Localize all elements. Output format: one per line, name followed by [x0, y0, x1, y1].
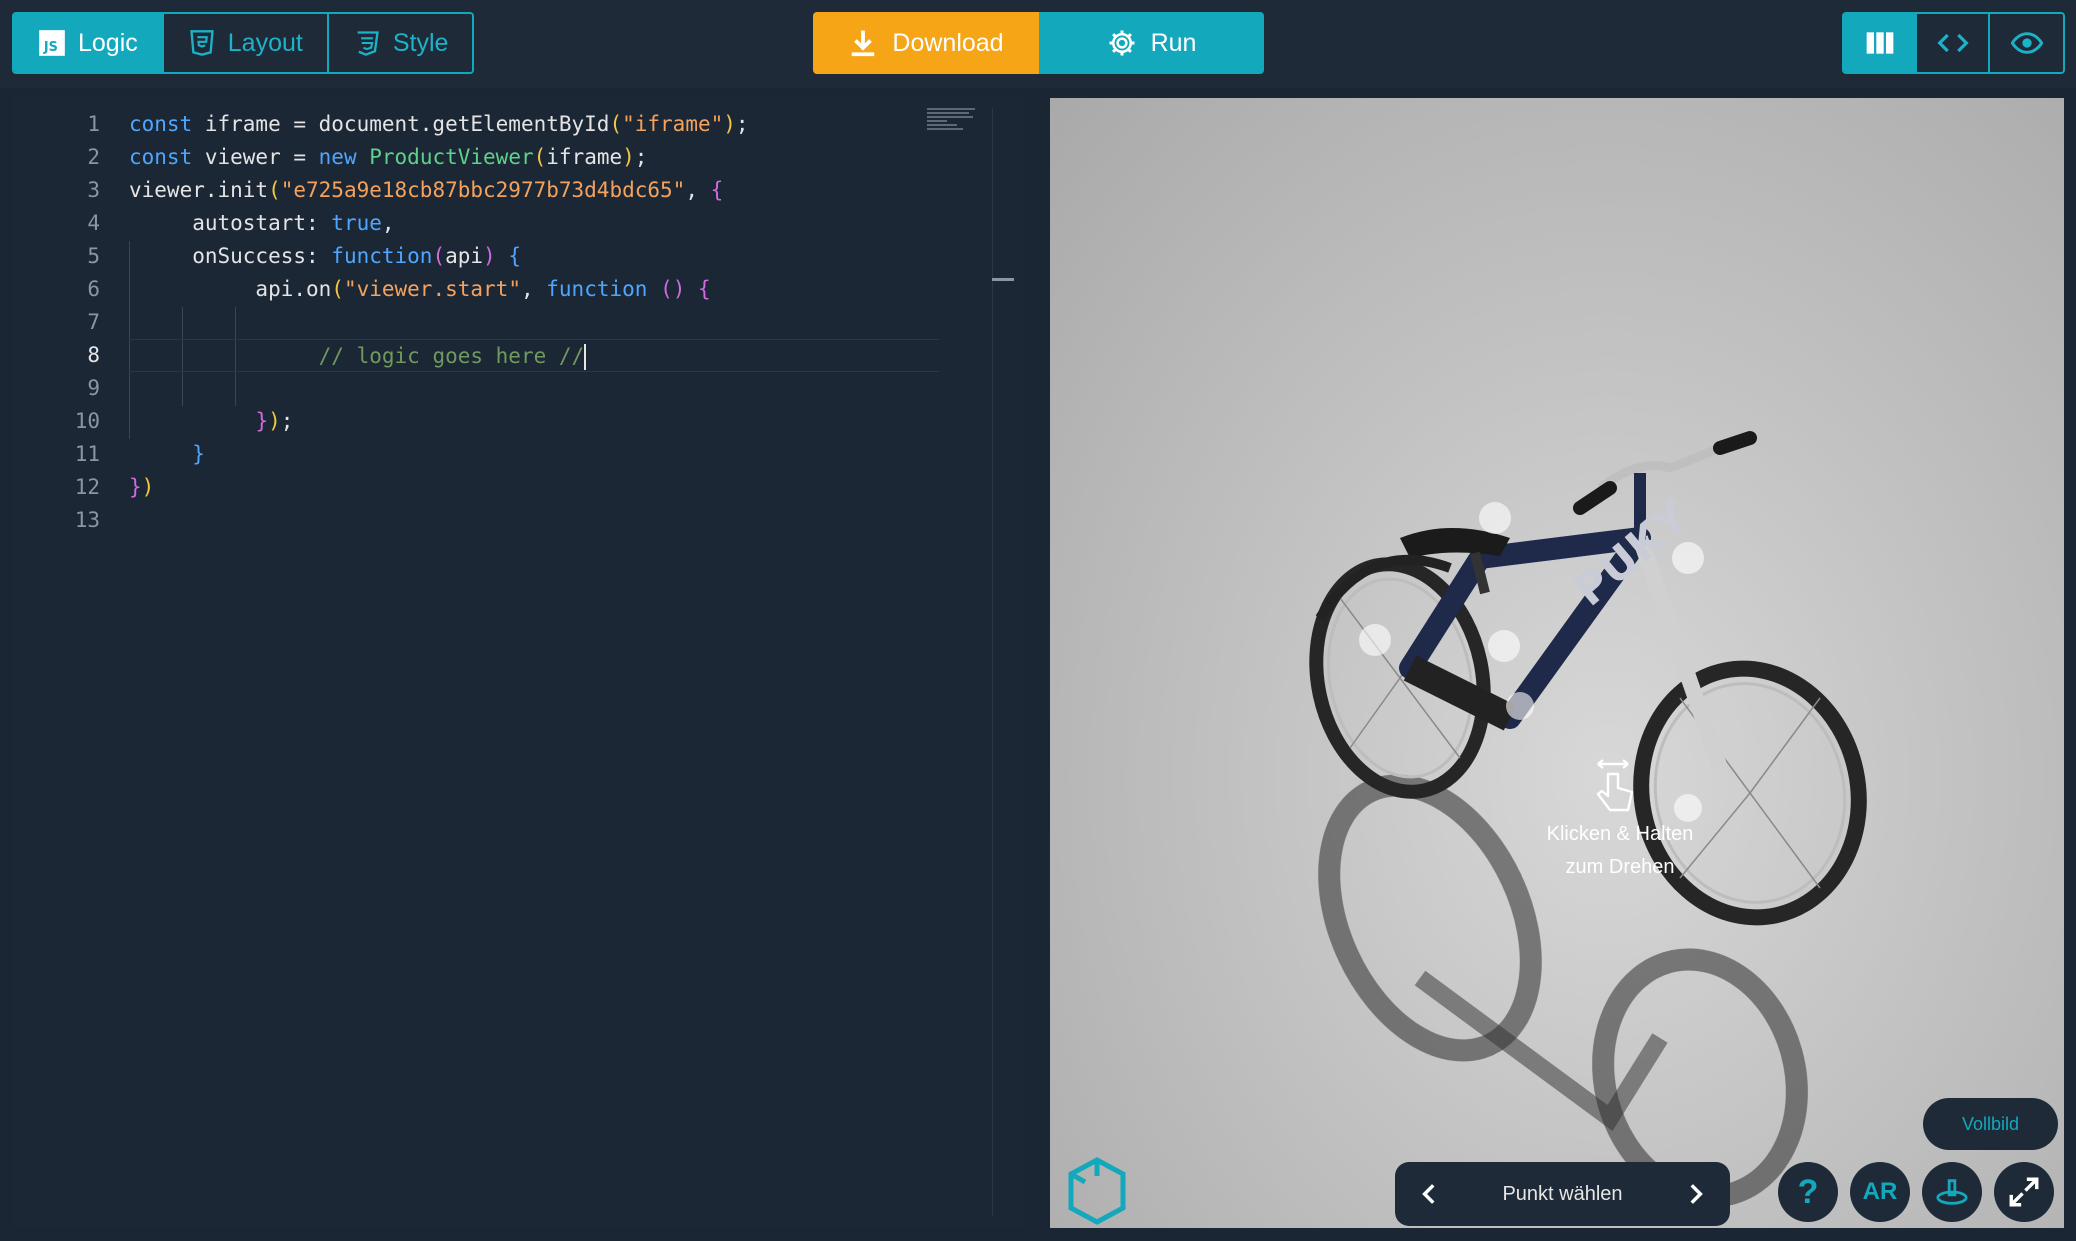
turntable-button[interactable]	[1922, 1162, 1982, 1222]
download-icon	[852, 30, 875, 57]
chevron-right-icon[interactable]	[1682, 1181, 1708, 1207]
run-button[interactable]: Run	[1039, 12, 1264, 74]
code-editor[interactable]: 1 2 3 4 5 6 7 8 9 10 11 12 13 const ifra…	[12, 96, 1026, 1228]
code-line: autostart: true,	[129, 211, 395, 235]
turntable-icon	[1936, 1179, 1968, 1205]
ar-label: AR	[1862, 1178, 1898, 1205]
svg-text:JS: JS	[43, 40, 58, 55]
code-line: // logic goes here //	[129, 339, 939, 372]
code-line: const viewer = new ProductViewer(iframe)…	[129, 145, 648, 169]
line-number: 6	[87, 277, 100, 301]
run-label: Run	[1150, 28, 1197, 57]
line-number: 10	[74, 409, 100, 433]
help-label: ?	[1797, 1172, 1819, 1211]
code-line: });	[255, 409, 294, 433]
fullscreen-button[interactable]	[1994, 1162, 2054, 1222]
tab-label: Logic	[78, 28, 138, 57]
fullscreen-label: Vollbild	[1961, 1113, 2020, 1134]
eye-icon	[2010, 32, 2043, 54]
editor-scrollbar[interactable]	[992, 108, 993, 1216]
scrollbar-position-marker	[992, 278, 1014, 281]
tab-label: Layout	[227, 28, 303, 57]
code-minimap[interactable]	[927, 108, 987, 138]
code-line: })	[129, 475, 155, 499]
rotate-hint: Klicken & Halten zum Drehen	[1520, 818, 1720, 884]
line-number: 9	[87, 376, 100, 400]
code-line: onSuccess: function(api) {	[129, 244, 522, 268]
line-number: 4	[87, 211, 100, 235]
drag-hand-icon	[1596, 759, 1634, 812]
tab-logic[interactable]: JS Logic	[14, 14, 164, 72]
editor-tabs: JS Logic Layout Style	[12, 12, 475, 74]
gear-icon	[1109, 30, 1135, 56]
line-number: 12	[74, 475, 100, 499]
tab-layout[interactable]: Layout	[163, 14, 329, 72]
line-number: 8	[87, 343, 100, 367]
columns-icon	[1866, 32, 1893, 54]
view-mode-switcher	[1842, 12, 2065, 74]
css3-icon	[357, 31, 379, 56]
download-button[interactable]: Download	[813, 12, 1039, 74]
product-viewer[interactable]: PUKY Klicken & Halten zum Drehen Vollbil…	[1050, 98, 2064, 1228]
line-number: 1	[87, 112, 100, 136]
code-icon	[1936, 33, 1969, 53]
code-line: viewer.init("e725a9e18cb87bbc2977b73d4bd…	[129, 178, 724, 202]
line-number: 11	[74, 442, 100, 466]
help-button[interactable]: ?	[1778, 1162, 1838, 1222]
hint-line: zum Drehen	[1565, 856, 1675, 878]
code-content[interactable]: const iframe = document.getElementById("…	[129, 108, 939, 537]
js-icon: JS	[39, 30, 65, 56]
expand-icon	[2009, 1177, 2039, 1207]
html5-icon	[189, 30, 214, 56]
bike-model-image: PUKY	[1309, 431, 1867, 1208]
split-view-button[interactable]	[1844, 14, 1917, 72]
preview-view-button[interactable]	[1990, 14, 2063, 72]
line-number: 7	[87, 310, 100, 334]
code-view-button[interactable]	[1917, 14, 1990, 72]
tab-style[interactable]: Style	[328, 14, 473, 72]
line-number: 5	[87, 244, 100, 268]
top-toolbar: JS Logic Layout Style Download Run	[0, 0, 2076, 88]
line-number-gutter: 1 2 3 4 5 6 7 8 9 10 11 12 13	[12, 108, 112, 537]
point-selector-label: Punkt wählen	[1502, 1182, 1623, 1205]
action-buttons: Download Run	[813, 12, 1264, 74]
viewer-logo-icon	[1068, 1157, 1126, 1225]
chevron-left-icon[interactable]	[1417, 1181, 1443, 1207]
download-label: Download	[892, 28, 1004, 57]
code-line: api.on("viewer.start", function () {	[129, 277, 711, 301]
fullscreen-label-button[interactable]: Vollbild	[1923, 1098, 2058, 1150]
tab-label: Style	[392, 28, 449, 57]
line-number: 13	[74, 508, 100, 532]
code-line: const iframe = document.getElementById("…	[129, 112, 749, 136]
code-line: }	[192, 442, 205, 466]
hint-line: Klicken & Halten	[1546, 823, 1694, 845]
point-selector: Punkt wählen	[1395, 1162, 1730, 1226]
line-number: 3	[87, 178, 100, 202]
ar-button[interactable]: AR	[1850, 1162, 1910, 1222]
line-number: 2	[87, 145, 100, 169]
